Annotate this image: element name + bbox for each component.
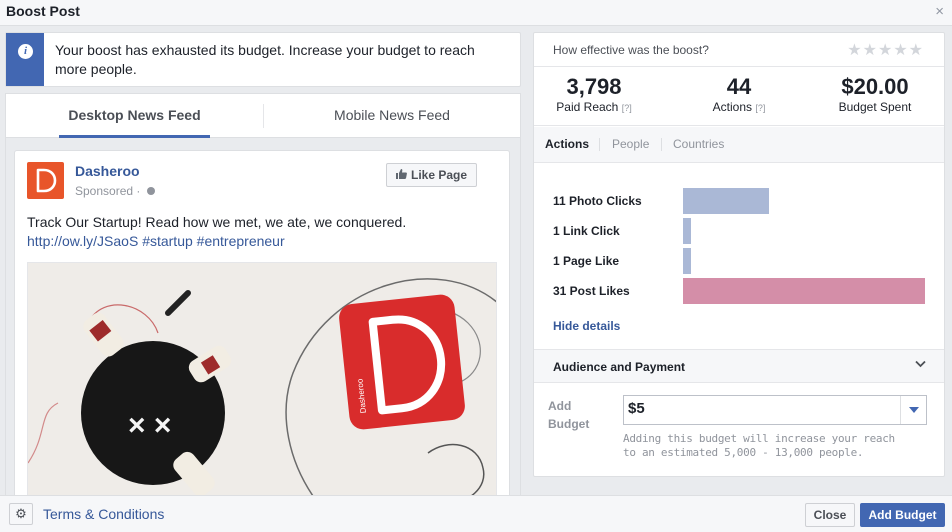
chevron-down-icon[interactable] — [915, 359, 926, 371]
stat-value: 3,798 — [566, 74, 622, 99]
action-bar — [683, 278, 925, 304]
star-icon[interactable]: ★ — [847, 42, 862, 59]
help-link[interactable]: [?] — [755, 103, 765, 113]
tab-mobile-news-feed[interactable]: Mobile News Feed — [322, 94, 462, 137]
action-row: 31 Post Likes — [553, 278, 933, 304]
stat-value: $20.00 — [841, 74, 909, 99]
detail-tabs: Actions People Countries — [534, 127, 944, 163]
action-row: 1 Link Click — [553, 218, 933, 244]
budget-note: Adding this budget will increase your re… — [623, 432, 895, 459]
action-label: 31 Post Likes — [553, 284, 630, 298]
results-panel: How effective was the boost? ★★★★★ 3,798… — [533, 32, 945, 477]
post-image[interactable]: × × Dasheroo — [27, 262, 497, 495]
alert-message: Your boost has exhausted its budget. Inc… — [55, 42, 475, 77]
star-rating: ★★★★★ — [847, 40, 924, 60]
close-icon[interactable]: × — [935, 3, 944, 21]
like-page-label: Like Page — [410, 168, 468, 182]
add-budget-button[interactable]: Add Budget — [860, 503, 945, 527]
star-icon[interactable]: ★ — [863, 42, 878, 59]
budget-value: $5 — [628, 400, 645, 417]
hashtag-startup[interactable]: #startup — [142, 233, 193, 249]
svg-text:× ×: × × — [128, 409, 171, 442]
dialog-title: Boost Post — [6, 3, 80, 19]
dialog-content: i Your boost has exhausted its budget. I… — [0, 27, 952, 495]
post-message: Track Our Startup! Read how we met, we a… — [27, 213, 497, 251]
add-budget-label: Add Budget — [548, 399, 590, 431]
action-row: 1 Page Like — [553, 248, 933, 274]
tab-divider — [661, 138, 662, 151]
action-bar — [683, 248, 691, 274]
post-text: Track Our Startup! Read how we met, we a… — [27, 214, 407, 230]
stat-budget-spent: $20.00 Budget Spent — [830, 74, 920, 114]
page-avatar[interactable] — [27, 162, 64, 199]
stat-value: 44 — [726, 74, 752, 99]
star-icon[interactable]: ★ — [878, 42, 893, 59]
sponsored-label: Sponsored · — [75, 184, 155, 198]
globe-icon — [146, 187, 155, 195]
action-bar — [683, 188, 769, 214]
hashtag-entrepreneur[interactable]: #entrepreneur — [197, 233, 285, 249]
dialog-footer: ⚙ Terms & Conditions Close Add Budget — [0, 495, 952, 532]
alert-icon-bar: i — [6, 33, 44, 86]
effectiveness-rating: How effective was the boost? ★★★★★ — [534, 33, 944, 67]
stat-label: Budget Spent — [838, 100, 912, 114]
post-preview-panel: Desktop News Feed Mobile News Feed Dashe… — [5, 93, 521, 495]
help-link[interactable]: [?] — [622, 103, 632, 113]
dropdown-arrow-icon[interactable] — [900, 396, 926, 424]
star-icon[interactable]: ★ — [893, 42, 908, 59]
audience-payment-header[interactable]: Audience and Payment — [534, 349, 944, 383]
terms-link[interactable]: Terms & Conditions — [43, 506, 164, 522]
effectiveness-question: How effective was the boost? — [553, 43, 709, 57]
info-icon: i — [18, 44, 33, 59]
post-link[interactable]: http://ow.ly/JSaoS — [27, 233, 138, 249]
budget-exhausted-alert: i Your boost has exhausted its budget. I… — [5, 32, 521, 87]
tab-actions[interactable]: Actions — [545, 137, 589, 151]
page-name-link[interactable]: Dasheroo — [75, 163, 140, 179]
hide-details-link[interactable]: Hide details — [553, 319, 620, 333]
sponsored-text: Sponsored — [75, 184, 134, 198]
tab-countries[interactable]: Countries — [673, 137, 724, 151]
action-label: 1 Link Click — [553, 224, 620, 238]
action-label: 11 Photo Clicks — [553, 194, 642, 208]
action-row: 11 Photo Clicks — [553, 188, 933, 214]
separator-dot: · — [136, 184, 141, 198]
stat-label: Paid Reach — [556, 100, 619, 114]
stat-actions: 44 Actions [?] — [699, 74, 779, 115]
boost-stats: 3,798 Paid Reach [?] 44 Actions [?] $20.… — [534, 68, 944, 126]
tab-divider — [599, 138, 600, 151]
gear-icon[interactable]: ⚙ — [9, 503, 33, 525]
stat-paid-reach: 3,798 Paid Reach [?] — [554, 74, 634, 115]
thumbs-up-icon — [395, 164, 407, 186]
action-label: 1 Page Like — [553, 254, 620, 268]
stat-label: Actions — [712, 100, 752, 114]
star-icon[interactable]: ★ — [909, 42, 924, 59]
dialog-titlebar: Boost Post × — [0, 0, 952, 26]
action-bar — [683, 218, 691, 244]
close-button[interactable]: Close — [805, 503, 855, 527]
preview-tabs: Desktop News Feed Mobile News Feed — [6, 94, 520, 138]
like-page-button[interactable]: Like Page — [386, 163, 477, 187]
tab-people[interactable]: People — [612, 137, 649, 151]
actions-breakdown: 11 Photo Clicks 1 Link Click 1 Page Like… — [534, 164, 944, 349]
budget-select[interactable]: $5 — [623, 395, 927, 425]
audience-payment-title: Audience and Payment — [553, 360, 686, 374]
sponsored-post: Dasheroo Sponsored · Like Page Track Our… — [14, 150, 510, 495]
tab-divider — [263, 104, 264, 128]
tab-desktop-news-feed[interactable]: Desktop News Feed — [59, 94, 210, 138]
